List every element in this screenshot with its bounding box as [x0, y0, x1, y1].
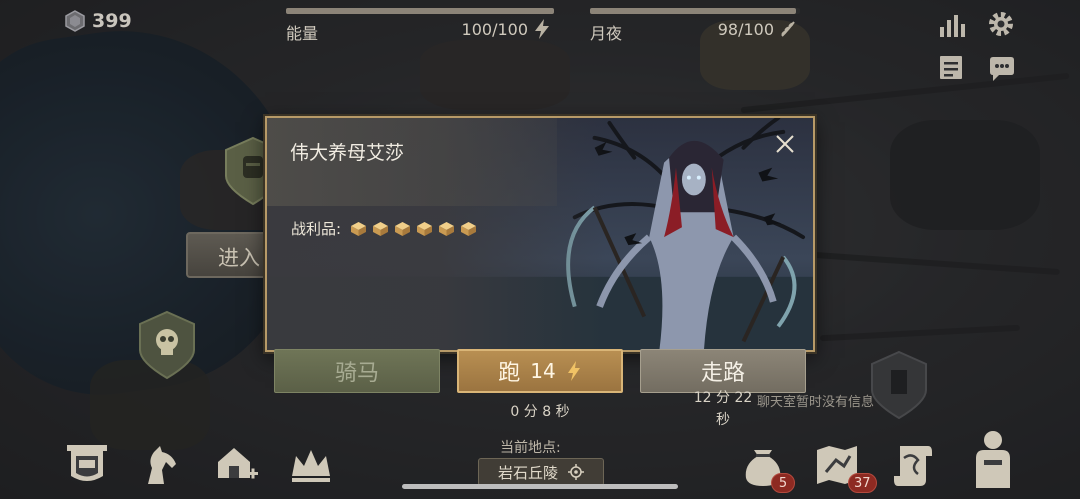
- loot-label: 战利品:: [291, 220, 342, 238]
- moon-bar-track: [590, 8, 800, 14]
- energy-meter: 能量 100/100: [286, 8, 554, 43]
- current-location-caption: 当前地点:: [500, 440, 561, 456]
- ride-horse-button[interactable]: 骑马: [274, 349, 440, 393]
- run-travel-time: 0 分 8 秒: [510, 404, 570, 420]
- guild-banner-icon[interactable]: [64, 442, 110, 488]
- moon-bar-fill: [590, 8, 796, 14]
- horse-icon[interactable]: [138, 442, 184, 488]
- moon-label: 月夜: [590, 24, 623, 43]
- loot-row: 战利品:: [291, 218, 478, 239]
- energy-bar-fill: [286, 8, 554, 14]
- stats-icon[interactable]: [937, 10, 967, 40]
- energy-value: 100/100: [461, 20, 528, 39]
- energy-bar-track: [286, 8, 554, 14]
- character-icon[interactable]: [968, 428, 1018, 490]
- walk-travel-time: 12 分 22 秒: [685, 387, 761, 431]
- run-button[interactable]: 跑 14: [457, 349, 623, 393]
- boss-encounter-dialog: 伟大养母艾莎 战利品:: [265, 116, 815, 352]
- crown-icon[interactable]: [288, 442, 334, 488]
- walk-time-line1: 12 分 22: [693, 390, 753, 406]
- locate-icon: [568, 464, 584, 480]
- run-label: 跑: [498, 361, 521, 386]
- home-indicator: [402, 484, 678, 489]
- dialog-title: 伟大养母艾莎: [290, 142, 405, 164]
- tower-location-marker[interactable]: [868, 350, 930, 420]
- gear-icon[interactable]: [986, 9, 1016, 39]
- moon-value: 98/100: [717, 20, 774, 39]
- treasure-chest-icon: [351, 222, 367, 236]
- current-location-box[interactable]: 岩石丘陵: [478, 458, 604, 486]
- quest-log-icon[interactable]: [937, 52, 967, 82]
- walk-time-line2: 秒: [716, 412, 730, 428]
- chat-empty-notice: 聊天室暂时没有信息: [757, 395, 875, 410]
- lightning-icon: [567, 361, 580, 381]
- skull-location-marker[interactable]: [136, 310, 198, 380]
- scroll-icon[interactable]: [890, 442, 936, 488]
- gem-icon: [65, 10, 85, 32]
- build-house-icon[interactable]: [214, 442, 260, 488]
- gem-counter: 399: [64, 10, 132, 32]
- run-energy-cost: 14: [530, 359, 556, 383]
- walk-label: 走路: [700, 361, 745, 386]
- world-map-badge: 37: [848, 473, 877, 493]
- ride-horse-label: 骑马: [334, 361, 379, 386]
- treasure-chest-icon: [439, 222, 455, 236]
- chat-icon[interactable]: [987, 54, 1017, 84]
- current-location-name: 岩石丘陵: [497, 463, 558, 482]
- treasure-chest-icon: [417, 222, 433, 236]
- energy-label: 能量: [286, 24, 319, 43]
- loot-bag-badge: 5: [771, 473, 795, 493]
- laurel-icon: [781, 21, 795, 37]
- treasure-chest-icon: [461, 222, 477, 236]
- loot-chest-list: [349, 220, 478, 237]
- treasure-chest-icon: [373, 222, 389, 236]
- treasure-chest-icon: [395, 222, 411, 236]
- lightning-icon: [535, 19, 549, 39]
- gem-value: 399: [92, 10, 132, 32]
- moon-meter: 月夜 98/100: [590, 8, 800, 43]
- close-icon[interactable]: [773, 132, 797, 156]
